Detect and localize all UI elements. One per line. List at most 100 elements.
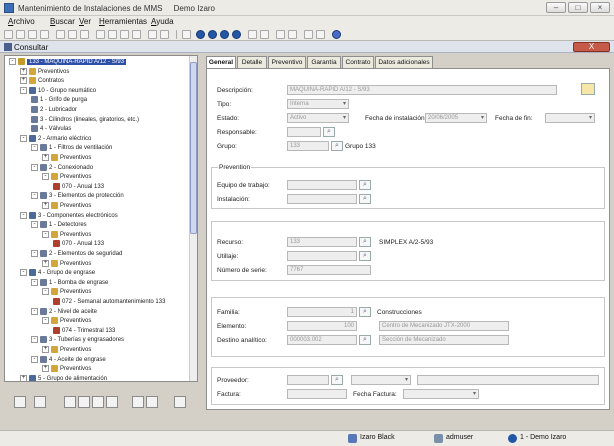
collapse-icon[interactable]: - xyxy=(42,317,49,325)
tree-node[interactable]: - 3 - Elementos de protección xyxy=(31,192,124,201)
export-icon[interactable] xyxy=(182,30,191,39)
open-icon[interactable] xyxy=(16,30,25,39)
tree-node[interactable]: 070 - Anual 133 xyxy=(53,182,104,192)
tree-scrollbar[interactable] xyxy=(189,56,197,381)
collapse-icon[interactable]: - xyxy=(42,230,49,238)
menu-buscar[interactable]: Buscar xyxy=(50,17,75,26)
cut-node-icon[interactable] xyxy=(64,396,76,408)
fecha-instalacion-field[interactable]: 20/06/2005 xyxy=(425,113,487,123)
collapse-icon[interactable]: - xyxy=(20,211,27,219)
descripcion-field[interactable]: MAQUINA-RAPID A/12 - S/93 xyxy=(287,85,557,95)
collapse-all-icon[interactable] xyxy=(146,396,158,408)
grupo-field[interactable]: 133 xyxy=(287,141,329,151)
last-record-icon[interactable] xyxy=(232,30,241,39)
previous-record-icon[interactable] xyxy=(208,30,217,39)
tree-node[interactable]: 070 - Anual 133 xyxy=(53,240,104,249)
tree-node[interactable]: - Preventivos xyxy=(42,288,91,297)
collapse-icon[interactable]: - xyxy=(20,134,27,142)
collapse-icon[interactable]: - xyxy=(31,250,38,257)
tree-node[interactable]: - Preventivos xyxy=(42,230,91,240)
familia-field[interactable]: 1 xyxy=(287,307,357,317)
collapse-icon[interactable]: - xyxy=(31,355,38,363)
menu-herramientas[interactable]: Herramientas xyxy=(99,17,147,26)
tree-node[interactable]: - 10 - Grupo neumático xyxy=(20,86,96,96)
refresh-icon[interactable] xyxy=(108,30,117,39)
tree-node[interactable]: + Preventivos xyxy=(42,346,91,355)
expand-icon[interactable]: + xyxy=(42,202,49,209)
tree-node[interactable]: - 3 - Tuberías y engrasadores xyxy=(31,336,124,345)
menu-ver[interactable]: Ver xyxy=(79,17,91,26)
document-close-button[interactable]: X xyxy=(573,42,610,52)
tree-node[interactable]: 1 - Grifo de purga xyxy=(31,96,87,105)
expand-icon[interactable]: + xyxy=(42,346,49,353)
grupo-search-icon[interactable]: ⌕ xyxy=(331,141,343,151)
tree-node[interactable]: - 1 - Filtros de ventilación xyxy=(31,144,112,153)
collapse-icon[interactable]: - xyxy=(31,221,38,229)
tipo-select[interactable]: Interna xyxy=(287,99,349,109)
tree-node[interactable]: 072 - Semanal automantenimiento 133 xyxy=(53,298,165,307)
tree-node[interactable]: 4 - Válvulas xyxy=(31,125,71,134)
help-icon[interactable] xyxy=(332,30,341,39)
save-icon[interactable] xyxy=(28,30,37,39)
tree-node[interactable]: - 1 - Bomba de engrase xyxy=(31,278,108,288)
collapse-icon[interactable]: - xyxy=(31,144,38,152)
tree-node[interactable]: - Preventivos xyxy=(42,317,91,326)
tree-node[interactable]: +5 - Grupo de alimentación xyxy=(20,374,107,381)
estado-select[interactable]: Activo xyxy=(287,113,349,123)
grid-icon[interactable] xyxy=(288,30,297,39)
copy-icon[interactable] xyxy=(68,30,77,39)
collapse-icon[interactable]: - xyxy=(20,269,27,277)
familia-search-icon[interactable]: ⌕ xyxy=(359,307,371,317)
numero-serie-field[interactable]: 7767 xyxy=(287,265,371,275)
move-node-icon[interactable] xyxy=(106,396,118,408)
tree-node[interactable]: - 3 - Componentes electrónicos xyxy=(20,211,118,221)
proveedor-select[interactable] xyxy=(351,375,411,385)
tree-node[interactable]: + Preventivos xyxy=(42,154,91,163)
properties-icon[interactable] xyxy=(174,396,186,408)
fecha-factura-field[interactable] xyxy=(403,389,479,399)
window-close-button[interactable]: × xyxy=(590,2,610,13)
tree-node[interactable]: - 1 - Detectores xyxy=(31,221,87,230)
instalacion-search-icon[interactable]: ⌕ xyxy=(359,194,371,204)
tree-node[interactable]: - 2 - Conexionado xyxy=(31,163,93,173)
collapse-icon[interactable]: - xyxy=(31,307,38,315)
minimize-button[interactable]: – xyxy=(546,2,566,13)
scrollbar-thumb[interactable] xyxy=(190,62,197,234)
instalacion-field[interactable] xyxy=(287,194,357,204)
tree-node[interactable]: - Preventivos xyxy=(42,173,91,182)
tree-node[interactable]: - 2 - Elementos de seguridad xyxy=(31,250,122,259)
tree-node[interactable]: + Preventivos xyxy=(42,202,91,211)
tab-contrato[interactable]: Contrato xyxy=(342,56,374,68)
undo-icon[interactable] xyxy=(96,30,105,39)
sort-icon[interactable] xyxy=(148,30,157,39)
paste-node-icon[interactable] xyxy=(92,396,104,408)
tab-garantia[interactable]: Garantía xyxy=(307,56,341,68)
tree-node[interactable]: 2 - Lubricador xyxy=(31,106,77,115)
attach-icon[interactable] xyxy=(248,30,257,39)
tree-node[interactable]: - 2 - Armario eléctrico xyxy=(20,134,91,144)
proveedor-search-icon[interactable]: ⌕ xyxy=(331,375,343,385)
tree-node[interactable]: + Preventivos xyxy=(42,259,91,269)
collapse-icon[interactable]: - xyxy=(9,58,16,65)
next-record-icon[interactable] xyxy=(220,30,229,39)
destino-analitico-field[interactable]: 000003.002 xyxy=(287,335,357,345)
proveedor-field[interactable] xyxy=(287,375,329,385)
expand-icon[interactable]: + xyxy=(20,77,27,85)
tree-node[interactable]: - 133 - MAQUINA-RAPID A/12 - S/93 xyxy=(9,58,127,67)
collapse-icon[interactable]: - xyxy=(31,192,38,200)
tab-datos-adicionales[interactable]: Datos adicionales xyxy=(375,56,433,68)
elemento-field[interactable]: 100 xyxy=(287,321,357,331)
paste-icon[interactable] xyxy=(80,30,89,39)
expand-icon[interactable]: + xyxy=(42,154,49,161)
expand-icon[interactable]: + xyxy=(42,259,49,267)
factura-field[interactable] xyxy=(287,389,347,399)
view-icon[interactable] xyxy=(276,30,285,39)
utillaje-field[interactable] xyxy=(287,251,357,261)
installation-tree[interactable]: -133 - MAQUINA-RAPID A/12 - S/93 + Prevent… xyxy=(4,55,198,382)
collapse-icon[interactable]: - xyxy=(42,288,49,296)
tree-node[interactable]: 3 - Cilindros (lineales, giratorios, etc… xyxy=(31,115,139,125)
utillaje-search-icon[interactable]: ⌕ xyxy=(359,251,371,261)
responsable-search-icon[interactable]: ⌕ xyxy=(323,127,335,137)
tab-preventivo[interactable]: Preventivo xyxy=(268,56,306,68)
expand-icon[interactable]: + xyxy=(20,374,27,381)
